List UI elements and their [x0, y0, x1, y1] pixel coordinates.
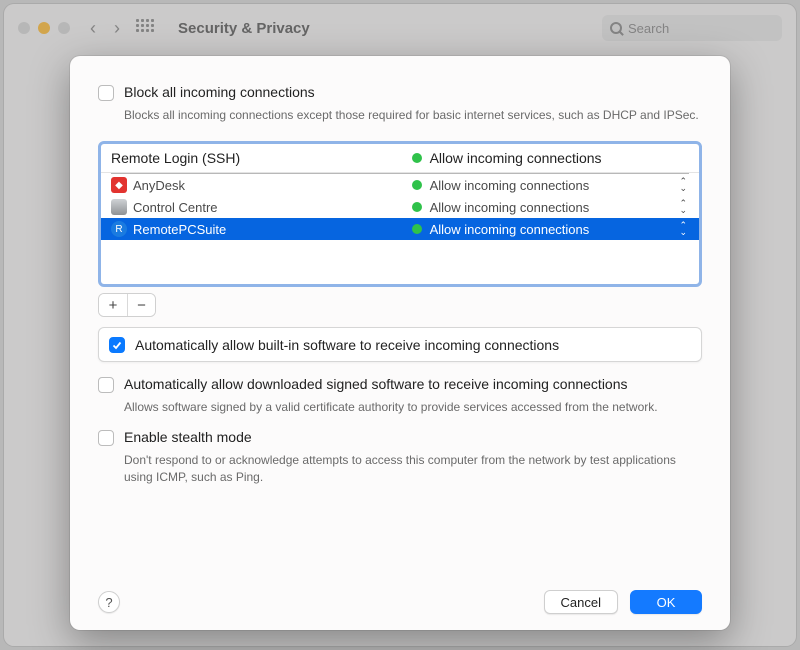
stealth-checkbox[interactable] — [98, 430, 114, 446]
auto-builtin-label: Automatically allow built-in software to… — [135, 337, 559, 353]
row-name-cell: ◆ AnyDesk — [111, 177, 412, 193]
status-dot-icon — [412, 202, 422, 212]
cancel-button[interactable]: Cancel — [544, 590, 618, 614]
add-remove-segment: + − — [98, 293, 156, 317]
auto-signed-checkbox[interactable] — [98, 377, 114, 393]
option-auto-signed: Automatically allow downloaded signed so… — [98, 376, 702, 393]
ok-button[interactable]: OK — [630, 590, 702, 614]
firewall-app-table: Remote Login (SSH) Allow incoming connec… — [98, 141, 702, 287]
header-status-cell: Allow incoming connections — [412, 150, 689, 166]
remove-button[interactable]: − — [127, 294, 155, 316]
control-centre-icon — [111, 199, 127, 215]
table-tools: + − — [98, 293, 702, 317]
header-name-cell: Remote Login (SSH) — [111, 150, 412, 166]
table-header-row[interactable]: Remote Login (SSH) Allow incoming connec… — [101, 144, 699, 173]
status-dot-icon — [412, 153, 422, 163]
auto-builtin-checkbox[interactable] — [109, 337, 125, 353]
auto-signed-desc: Allows software signed by a valid certif… — [124, 399, 702, 415]
option-auto-builtin: Automatically allow built-in software to… — [98, 327, 702, 362]
table-body: ◆AnyDeskAllow incoming connections⌃⌄Cont… — [101, 174, 699, 284]
chevrons-icon: ⌃⌄ — [679, 222, 687, 236]
add-button[interactable]: + — [99, 294, 127, 316]
table-row[interactable]: R RemotePCSuite Allow incoming connections… — [101, 218, 699, 240]
row-status-label: Allow incoming connections — [430, 200, 590, 215]
stealth-label: Enable stealth mode — [124, 429, 252, 445]
header-status-label: Allow incoming connections — [430, 150, 602, 166]
row-status-cell[interactable]: Allow incoming connections ⌃⌄ — [412, 178, 689, 193]
sheet-footer: ? Cancel OK — [98, 580, 702, 614]
block-all-label: Block all incoming connections — [124, 84, 315, 100]
auto-signed-label: Automatically allow downloaded signed so… — [124, 376, 628, 392]
block-all-checkbox[interactable] — [98, 85, 114, 101]
firewall-options-sheet: Block all incoming connections Blocks al… — [70, 56, 730, 630]
stealth-desc: Don't respond to or acknowledge attempts… — [124, 452, 702, 484]
anydesk-icon: ◆ — [111, 177, 127, 193]
row-name-label: Control Centre — [133, 200, 218, 215]
row-status-cell[interactable]: Allow incoming connections ⌃⌄ — [412, 200, 689, 215]
chevrons-icon: ⌃⌄ — [679, 178, 687, 192]
header-name-label: Remote Login (SSH) — [111, 150, 240, 166]
row-status-label: Allow incoming connections — [430, 222, 590, 237]
option-stealth: Enable stealth mode — [98, 429, 702, 446]
row-name-label: AnyDesk — [133, 178, 185, 193]
row-name-cell: R RemotePCSuite — [111, 221, 412, 237]
chevrons-icon: ⌃⌄ — [679, 200, 687, 214]
table-row[interactable]: ◆ AnyDesk Allow incoming connections ⌃⌄ — [101, 174, 699, 196]
help-icon: ? — [105, 595, 112, 610]
row-name-cell: Control Centre — [111, 199, 412, 215]
status-dot-icon — [412, 224, 422, 234]
help-button[interactable]: ? — [98, 591, 120, 613]
row-name-label: RemotePCSuite — [133, 222, 226, 237]
remotepc-icon: R — [111, 221, 127, 237]
row-status-label: Allow incoming connections — [430, 178, 590, 193]
option-block-all: Block all incoming connections — [98, 84, 702, 101]
block-all-desc: Blocks all incoming connections except t… — [124, 107, 702, 123]
row-status-cell[interactable]: Allow incoming connections ⌃⌄ — [412, 222, 689, 237]
status-dot-icon — [412, 180, 422, 190]
table-row[interactable]: Control Centre Allow incoming connections… — [101, 196, 699, 218]
